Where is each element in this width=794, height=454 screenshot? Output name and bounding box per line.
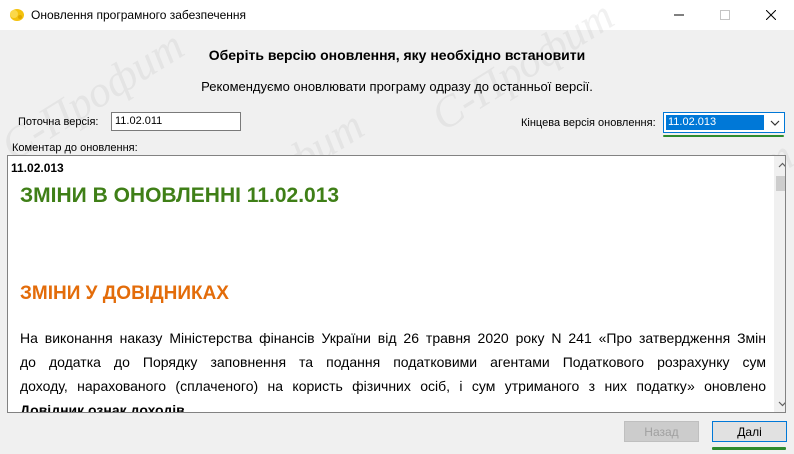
comment-paragraph: На виконання наказу Міністерства фінансі… bbox=[20, 326, 766, 413]
final-version-dropdown[interactable]: 11.02.013 bbox=[663, 112, 785, 133]
minimize-button[interactable] bbox=[656, 0, 702, 30]
paragraph-line: На виконання наказу Міністерства фінансі… bbox=[20, 330, 766, 346]
current-version-label: Поточна версія: bbox=[18, 116, 99, 128]
comment-main-heading: ЗМІНИ В ОНОВЛЕННІ 11.02.013 bbox=[20, 184, 340, 207]
close-button[interactable] bbox=[748, 0, 794, 30]
paragraph-line: до додатка до Порядку заповнення та пода… bbox=[20, 354, 766, 370]
comment-version-tag: 11.02.013 bbox=[11, 161, 64, 175]
highlight-underline bbox=[712, 447, 786, 450]
final-version-label: Кінцева версія оновлення: bbox=[521, 117, 656, 129]
close-icon bbox=[766, 10, 776, 20]
dialog-heading: Оберіть версію оновлення, яку необхідно … bbox=[208, 47, 586, 63]
comment-text-area[interactable]: 11.02.013 ЗМІНИ В ОНОВЛЕННІ 11.02.013 ЗМ… bbox=[7, 155, 786, 413]
minimize-icon bbox=[674, 14, 684, 16]
scrollbar-thumb[interactable] bbox=[776, 176, 785, 191]
current-version-field[interactable]: 11.02.011 bbox=[111, 112, 241, 131]
final-version-value: 11.02.013 bbox=[666, 115, 764, 130]
maximize-button bbox=[702, 0, 748, 30]
scroll-up-button[interactable] bbox=[774, 156, 785, 173]
scroll-down-button[interactable] bbox=[774, 395, 785, 412]
paragraph-end: . bbox=[184, 402, 189, 413]
back-button[interactable]: Назад bbox=[624, 421, 699, 442]
window-title: Оновлення програмного забезпечення bbox=[31, 8, 247, 22]
paragraph-bold-text: Довідник ознак доходів bbox=[20, 402, 185, 413]
chevron-down-icon bbox=[769, 116, 781, 128]
paragraph-line: Довідник ознак доходів. bbox=[20, 398, 766, 413]
chevron-up-icon bbox=[778, 162, 785, 167]
app-sun-icon bbox=[8, 7, 25, 23]
comment-label: Коментар до оновлення: bbox=[12, 142, 138, 154]
title-bar: Оновлення програмного забезпечення bbox=[0, 0, 794, 30]
paragraph-line: доходу, нарахованого (сплаченого) на кор… bbox=[20, 378, 766, 394]
dialog-subheading: Рекомендуємо оновлювати програму одразу … bbox=[201, 79, 593, 94]
next-button[interactable]: Далі bbox=[712, 421, 787, 442]
chevron-down-icon bbox=[778, 401, 785, 406]
highlight-underline bbox=[663, 135, 784, 137]
comment-section-heading: ЗМІНИ У ДОВІДНИКАХ bbox=[20, 283, 229, 304]
vertical-scrollbar[interactable] bbox=[774, 156, 785, 412]
maximize-icon bbox=[720, 10, 730, 20]
